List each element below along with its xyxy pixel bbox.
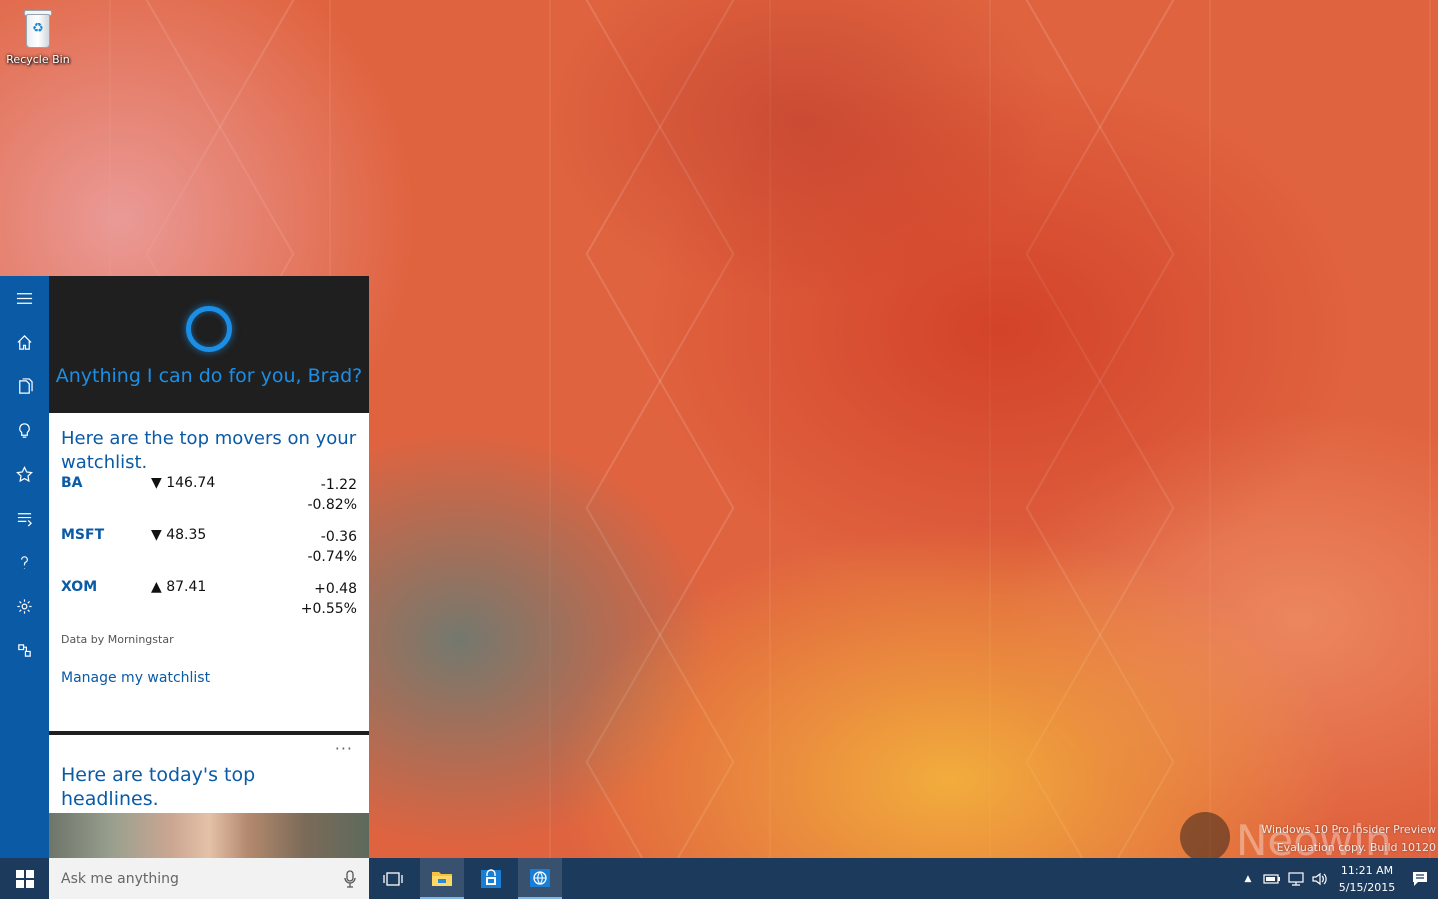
notebook-icon [19, 377, 33, 394]
stock-price: ▼ 146.74 [151, 475, 216, 491]
lightbulb-icon [19, 422, 30, 438]
microphone-icon[interactable] [343, 870, 357, 888]
browser-icon [530, 868, 550, 887]
stock-price: ▼ 48.35 [151, 527, 207, 543]
watermark-line-1: Windows 10 Pro Insider Preview [1261, 823, 1436, 836]
cortana-greeting: Anything I can do for you, Brad? [55, 365, 363, 387]
system-tray: ▲ 11:21 AM 5/15/2015 [1236, 858, 1438, 899]
settings-button[interactable] [0, 584, 49, 628]
stock-change: +0.48 +0.55% [300, 581, 357, 617]
desktop-icon-label: Recycle Bin [6, 53, 70, 66]
headline-image[interactable] [49, 813, 369, 858]
down-arrow-icon: ▼ [151, 475, 162, 491]
search-input[interactable] [61, 858, 331, 899]
data-credit: Data by Morningstar [61, 633, 174, 646]
watchlist-title: Here are the top movers on your watchlis… [61, 428, 357, 473]
desktop-icon-recycle-bin[interactable]: ♻ Recycle Bin [4, 6, 72, 66]
favorites-button[interactable] [0, 452, 49, 496]
star-icon [16, 465, 33, 482]
notification-icon [1413, 871, 1427, 886]
clock-time: 11:21 AM [1340, 863, 1394, 877]
home-icon [17, 334, 32, 350]
network-icon[interactable] [1284, 858, 1308, 899]
watermark-line-2: Evaluation copy. Build 10120 [1276, 841, 1436, 854]
feed-icon [17, 512, 32, 526]
browser-button[interactable] [518, 858, 562, 899]
cortana-ring-icon [186, 306, 232, 352]
up-arrow-icon: ▲ [151, 579, 162, 595]
store-button[interactable] [469, 858, 513, 899]
more-options-button[interactable]: ··· [335, 739, 353, 758]
cortana-panel: Anything I can do for you, Brad? Here ar… [0, 276, 369, 858]
lightbulb-button[interactable] [0, 408, 49, 452]
file-explorer-button[interactable] [420, 858, 464, 899]
stock-row[interactable]: XOM ▲ 87.41 +0.48 +0.55% [61, 579, 357, 631]
cortana-search-box[interactable] [49, 858, 369, 899]
recycle-bin-icon: ♻ [19, 6, 57, 50]
stock-row[interactable]: MSFT ▼ 48.35 -0.36 -0.74% [61, 527, 357, 579]
feedback-button[interactable] [0, 628, 49, 672]
stock-change: -0.36 -0.74% [307, 529, 357, 565]
task-view-icon [383, 871, 403, 886]
help-icon [21, 555, 28, 569]
volume-icon[interactable] [1308, 858, 1332, 899]
help-button[interactable] [0, 540, 49, 584]
neowin-logo-icon [1180, 812, 1230, 862]
show-hidden-icons-button[interactable]: ▲ [1236, 858, 1260, 899]
windows-logo-icon [15, 869, 34, 888]
stock-symbol: XOM [61, 579, 98, 595]
stock-price: ▲ 87.41 [151, 579, 207, 595]
hamburger-menu-icon [16, 292, 33, 304]
stock-symbol: MSFT [61, 527, 105, 543]
cortana-header: Anything I can do for you, Brad? [49, 276, 369, 413]
stock-symbol: BA [61, 475, 83, 491]
clock-date: 5/15/2015 [1338, 880, 1396, 894]
hamburger-menu-button[interactable] [0, 276, 49, 320]
gear-icon [17, 598, 32, 614]
watchlist-card: Here are the top movers on your watchlis… [49, 413, 369, 735]
action-center-button[interactable] [1402, 858, 1438, 899]
down-arrow-icon: ▼ [151, 527, 162, 543]
battery-icon[interactable] [1260, 858, 1284, 899]
notebook-button[interactable] [0, 364, 49, 408]
stock-change: -1.22 -0.82% [307, 477, 357, 513]
taskbar: ▲ 11:21 AM 5/15/2015 [0, 858, 1438, 899]
headlines-title: Here are today's top headlines. [61, 764, 256, 810]
start-button[interactable] [0, 858, 49, 899]
store-icon [481, 868, 501, 888]
manage-watchlist-link[interactable]: Manage my watchlist [61, 670, 210, 686]
task-view-button[interactable] [371, 858, 415, 899]
cortana-content: Anything I can do for you, Brad? Here ar… [49, 276, 369, 858]
build-watermark: Windows 10 Pro Insider Preview Evaluatio… [1261, 821, 1436, 857]
clock[interactable]: 11:21 AM 5/15/2015 [1332, 862, 1402, 896]
file-explorer-icon [432, 871, 452, 886]
home-button[interactable] [0, 320, 49, 364]
cortana-rail [0, 276, 49, 858]
feedback-icon [18, 643, 31, 657]
feed-button[interactable] [0, 496, 49, 540]
stock-row[interactable]: BA ▼ 146.74 -1.22 -0.82% [61, 475, 357, 527]
